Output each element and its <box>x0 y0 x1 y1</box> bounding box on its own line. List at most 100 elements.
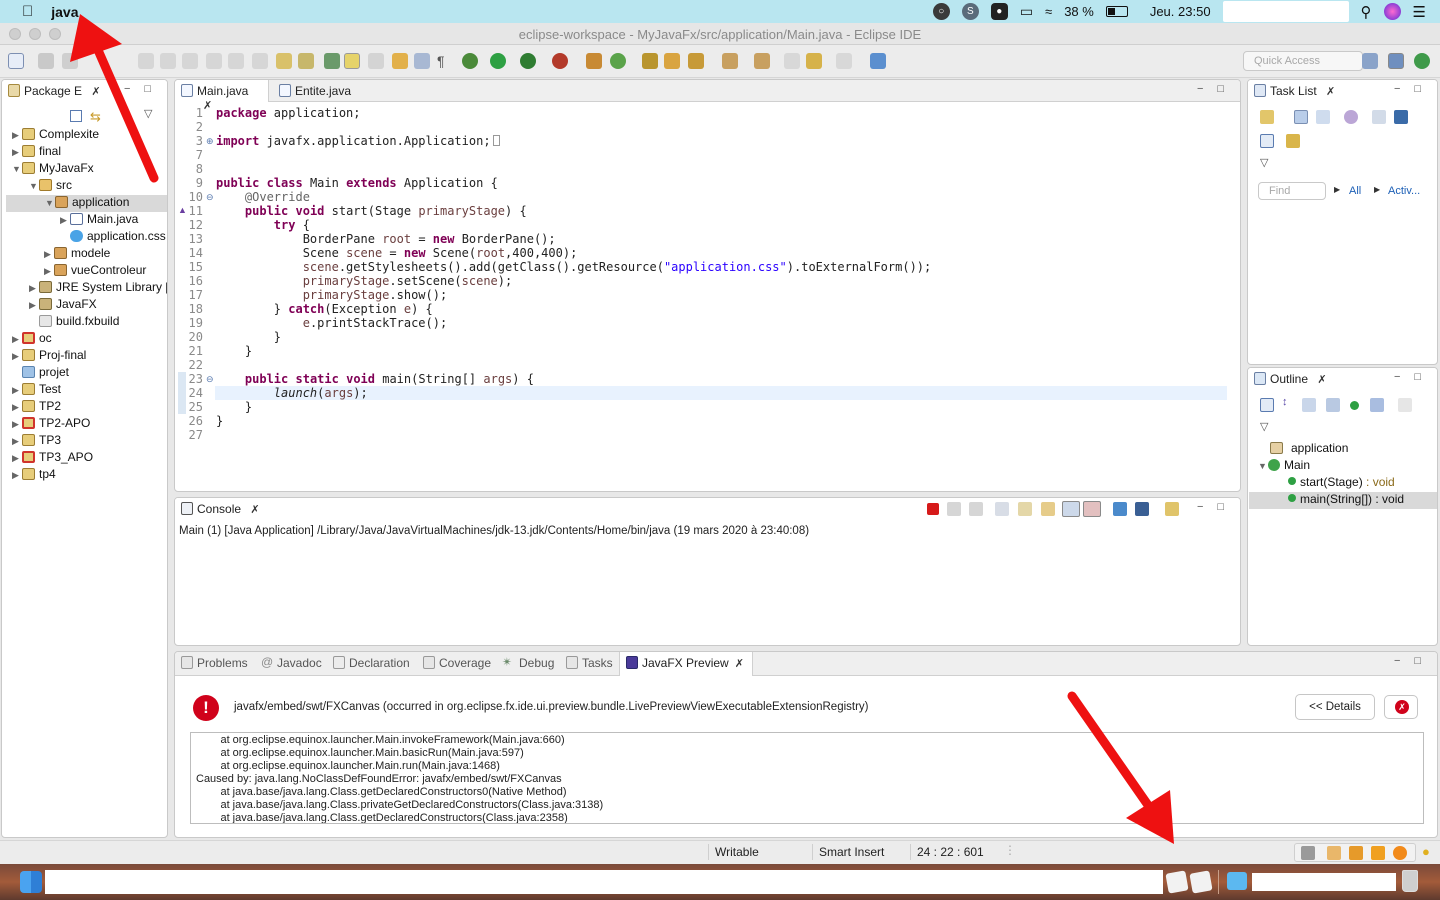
tab-console[interactable]: Console ✗ <box>175 498 268 520</box>
fold-toggle-icon[interactable]: ⊖ <box>206 192 214 203</box>
show-whitespace-icon[interactable]: ¶ <box>437 53 445 69</box>
annotation-icon[interactable] <box>276 53 292 69</box>
collapse-all-icon[interactable] <box>70 110 82 122</box>
stack-trace-box[interactable]: at org.eclipse.equinox.launcher.Main.inv… <box>190 732 1424 824</box>
project-item[interactable]: ▶ oc <box>12 331 52 348</box>
debug-perspective-icon[interactable] <box>1414 53 1430 69</box>
outline-package-item[interactable]: application <box>1270 441 1348 458</box>
app-menu-name[interactable]: java <box>51 4 78 20</box>
highlight-icon[interactable] <box>344 53 360 69</box>
categorized-icon[interactable] <box>1294 110 1308 124</box>
tab-task-list[interactable]: Task List ✗ <box>1248 80 1344 102</box>
filter-completed-icon[interactable] <box>1372 110 1386 124</box>
clock[interactable]: Jeu. 23:50 <box>1150 4 1211 19</box>
trash-icon[interactable] <box>1402 870 1418 892</box>
dismiss-error-button[interactable]: ✗ <box>1384 695 1418 719</box>
remove-all-launches-icon[interactable] <box>969 502 983 516</box>
quick-access-input[interactable]: Quick Access <box>1243 51 1363 71</box>
battery-icon[interactable] <box>1105 6 1128 17</box>
minimize-maximize-icons[interactable]: −□ <box>124 83 165 95</box>
project-item[interactable]: ▶ TP3 <box>12 433 61 450</box>
task-find-input[interactable]: Find <box>1258 182 1326 200</box>
notification-center-icon[interactable]: ☰ <box>1413 3 1426 21</box>
forward-icon[interactable] <box>836 53 852 69</box>
file-item[interactable]: ▶ Main.java <box>60 212 138 229</box>
outline-method-item[interactable]: start(Stage) : void <box>1288 475 1395 492</box>
pin-console-icon[interactable] <box>1113 502 1127 516</box>
close-tab-icon[interactable]: ✗ <box>250 504 259 516</box>
disabled-tool-icon[interactable] <box>138 53 154 69</box>
trim-updates-icon[interactable] <box>1393 846 1407 860</box>
view-menu-icon[interactable]: ▽ <box>1260 420 1268 433</box>
status-cursor-position[interactable]: 24 : 22 : 601 <box>917 845 984 859</box>
minimize-maximize-icons[interactable]: −□ <box>1394 371 1435 383</box>
next-annotation-icon[interactable] <box>414 53 430 69</box>
project-item[interactable]: ▶ TP2-APO <box>12 416 90 433</box>
tab-outline[interactable]: Outline ✗ <box>1248 368 1335 390</box>
collapse-all-icon[interactable] <box>1260 134 1274 148</box>
siri-icon[interactable] <box>1383 3 1401 20</box>
show-stderr-icon[interactable] <box>1083 501 1101 517</box>
disabled-tool-icon[interactable] <box>252 53 268 69</box>
tab-declaration[interactable]: Declaration <box>327 652 418 674</box>
fold-toggle-icon[interactable]: ⊖ <box>206 374 214 385</box>
open-perspective-icon[interactable] <box>1362 53 1378 69</box>
tab-problems[interactable]: Problems <box>175 652 256 674</box>
code-area[interactable]: package application; import javafx.appli… <box>216 106 1236 486</box>
clear-console-icon[interactable] <box>995 502 1009 516</box>
lightbulb-icon[interactable]: ● <box>1422 844 1430 859</box>
package-item[interactable]: ▶ vueControleur <box>44 263 146 280</box>
close-tab-icon[interactable]: ✗ <box>91 86 100 98</box>
disabled-tool-icon[interactable] <box>182 53 198 69</box>
minimize-maximize-icons[interactable]: −□ <box>1197 83 1238 95</box>
minimize-maximize-icons[interactable]: −□ <box>1394 655 1435 667</box>
toggle-tool-icon[interactable] <box>298 53 314 69</box>
coverage-icon[interactable] <box>520 53 536 69</box>
status-insert-mode[interactable]: Smart Insert <box>819 845 884 859</box>
creative-cloud-icon[interactable]: ● <box>990 3 1008 20</box>
close-tab-icon[interactable]: ✗ <box>1317 374 1326 386</box>
disabled-tool-icon[interactable] <box>228 53 244 69</box>
tab-javafx-preview[interactable]: JavaFX Preview ✗ <box>619 652 753 676</box>
minimize-maximize-icons[interactable]: −□ <box>1197 501 1238 513</box>
trim-tutorial-icon[interactable] <box>1349 846 1363 860</box>
trim-book-icon[interactable] <box>1327 846 1341 860</box>
folder-item[interactable]: projet <box>22 365 69 382</box>
tab-debug[interactable]: ✴ Debug <box>497 652 562 674</box>
library-item[interactable]: ▶ JRE System Library [ <box>29 280 167 297</box>
display-console-icon[interactable] <box>1135 502 1149 516</box>
open-type-icon[interactable] <box>642 53 658 69</box>
trim-hand-icon[interactable] <box>1301 846 1315 860</box>
terminate-icon[interactable] <box>927 503 939 515</box>
library-item[interactable]: ▶ JavaFX <box>29 297 97 314</box>
file-item[interactable]: application.css <box>70 229 166 246</box>
downloads-folder-icon[interactable] <box>1227 872 1247 890</box>
open-task-icon[interactable] <box>664 53 680 69</box>
outline-method-item-selected[interactable]: main(String[]) : void <box>1249 492 1437 509</box>
tab-entite-java[interactable]: Entite.java <box>273 80 359 102</box>
eclipse-app-icon[interactable] <box>1165 870 1189 894</box>
project-item[interactable]: ▶ Complexite <box>12 127 99 144</box>
tab-main-java[interactable]: Main.java ✗ <box>175 80 269 112</box>
show-ui-legend-icon[interactable] <box>1286 134 1300 148</box>
open-console-icon[interactable] <box>1165 502 1179 516</box>
run-icon[interactable] <box>490 53 506 69</box>
project-item[interactable]: ▶ final <box>12 144 61 161</box>
save-all-icon[interactable] <box>62 53 78 69</box>
project-item[interactable]: ▶ tp4 <box>12 467 56 484</box>
minimize-maximize-icons[interactable]: −□ <box>1394 83 1435 95</box>
file-item[interactable]: build.fxbuild <box>39 314 119 331</box>
hide-fields-icon[interactable] <box>1302 398 1316 412</box>
wifi-icon[interactable]: ≈ <box>1045 4 1052 19</box>
scheduled-icon[interactable] <box>1316 110 1330 124</box>
project-item[interactable]: ▼ MyJavaFx <box>12 161 94 178</box>
sync-icon[interactable]: ○ <box>932 3 950 20</box>
package-item[interactable]: ▶ modele <box>44 246 110 263</box>
save-icon[interactable] <box>38 53 54 69</box>
spotlight-icon[interactable]: ⚲ <box>1361 3 1372 21</box>
prev-edit-icon[interactable] <box>754 53 770 69</box>
trim-wand-icon[interactable] <box>1371 846 1385 860</box>
last-edit-icon[interactable] <box>784 53 800 69</box>
project-item[interactable]: ▶ Test <box>12 382 61 399</box>
new-task-icon[interactable] <box>1260 110 1274 124</box>
